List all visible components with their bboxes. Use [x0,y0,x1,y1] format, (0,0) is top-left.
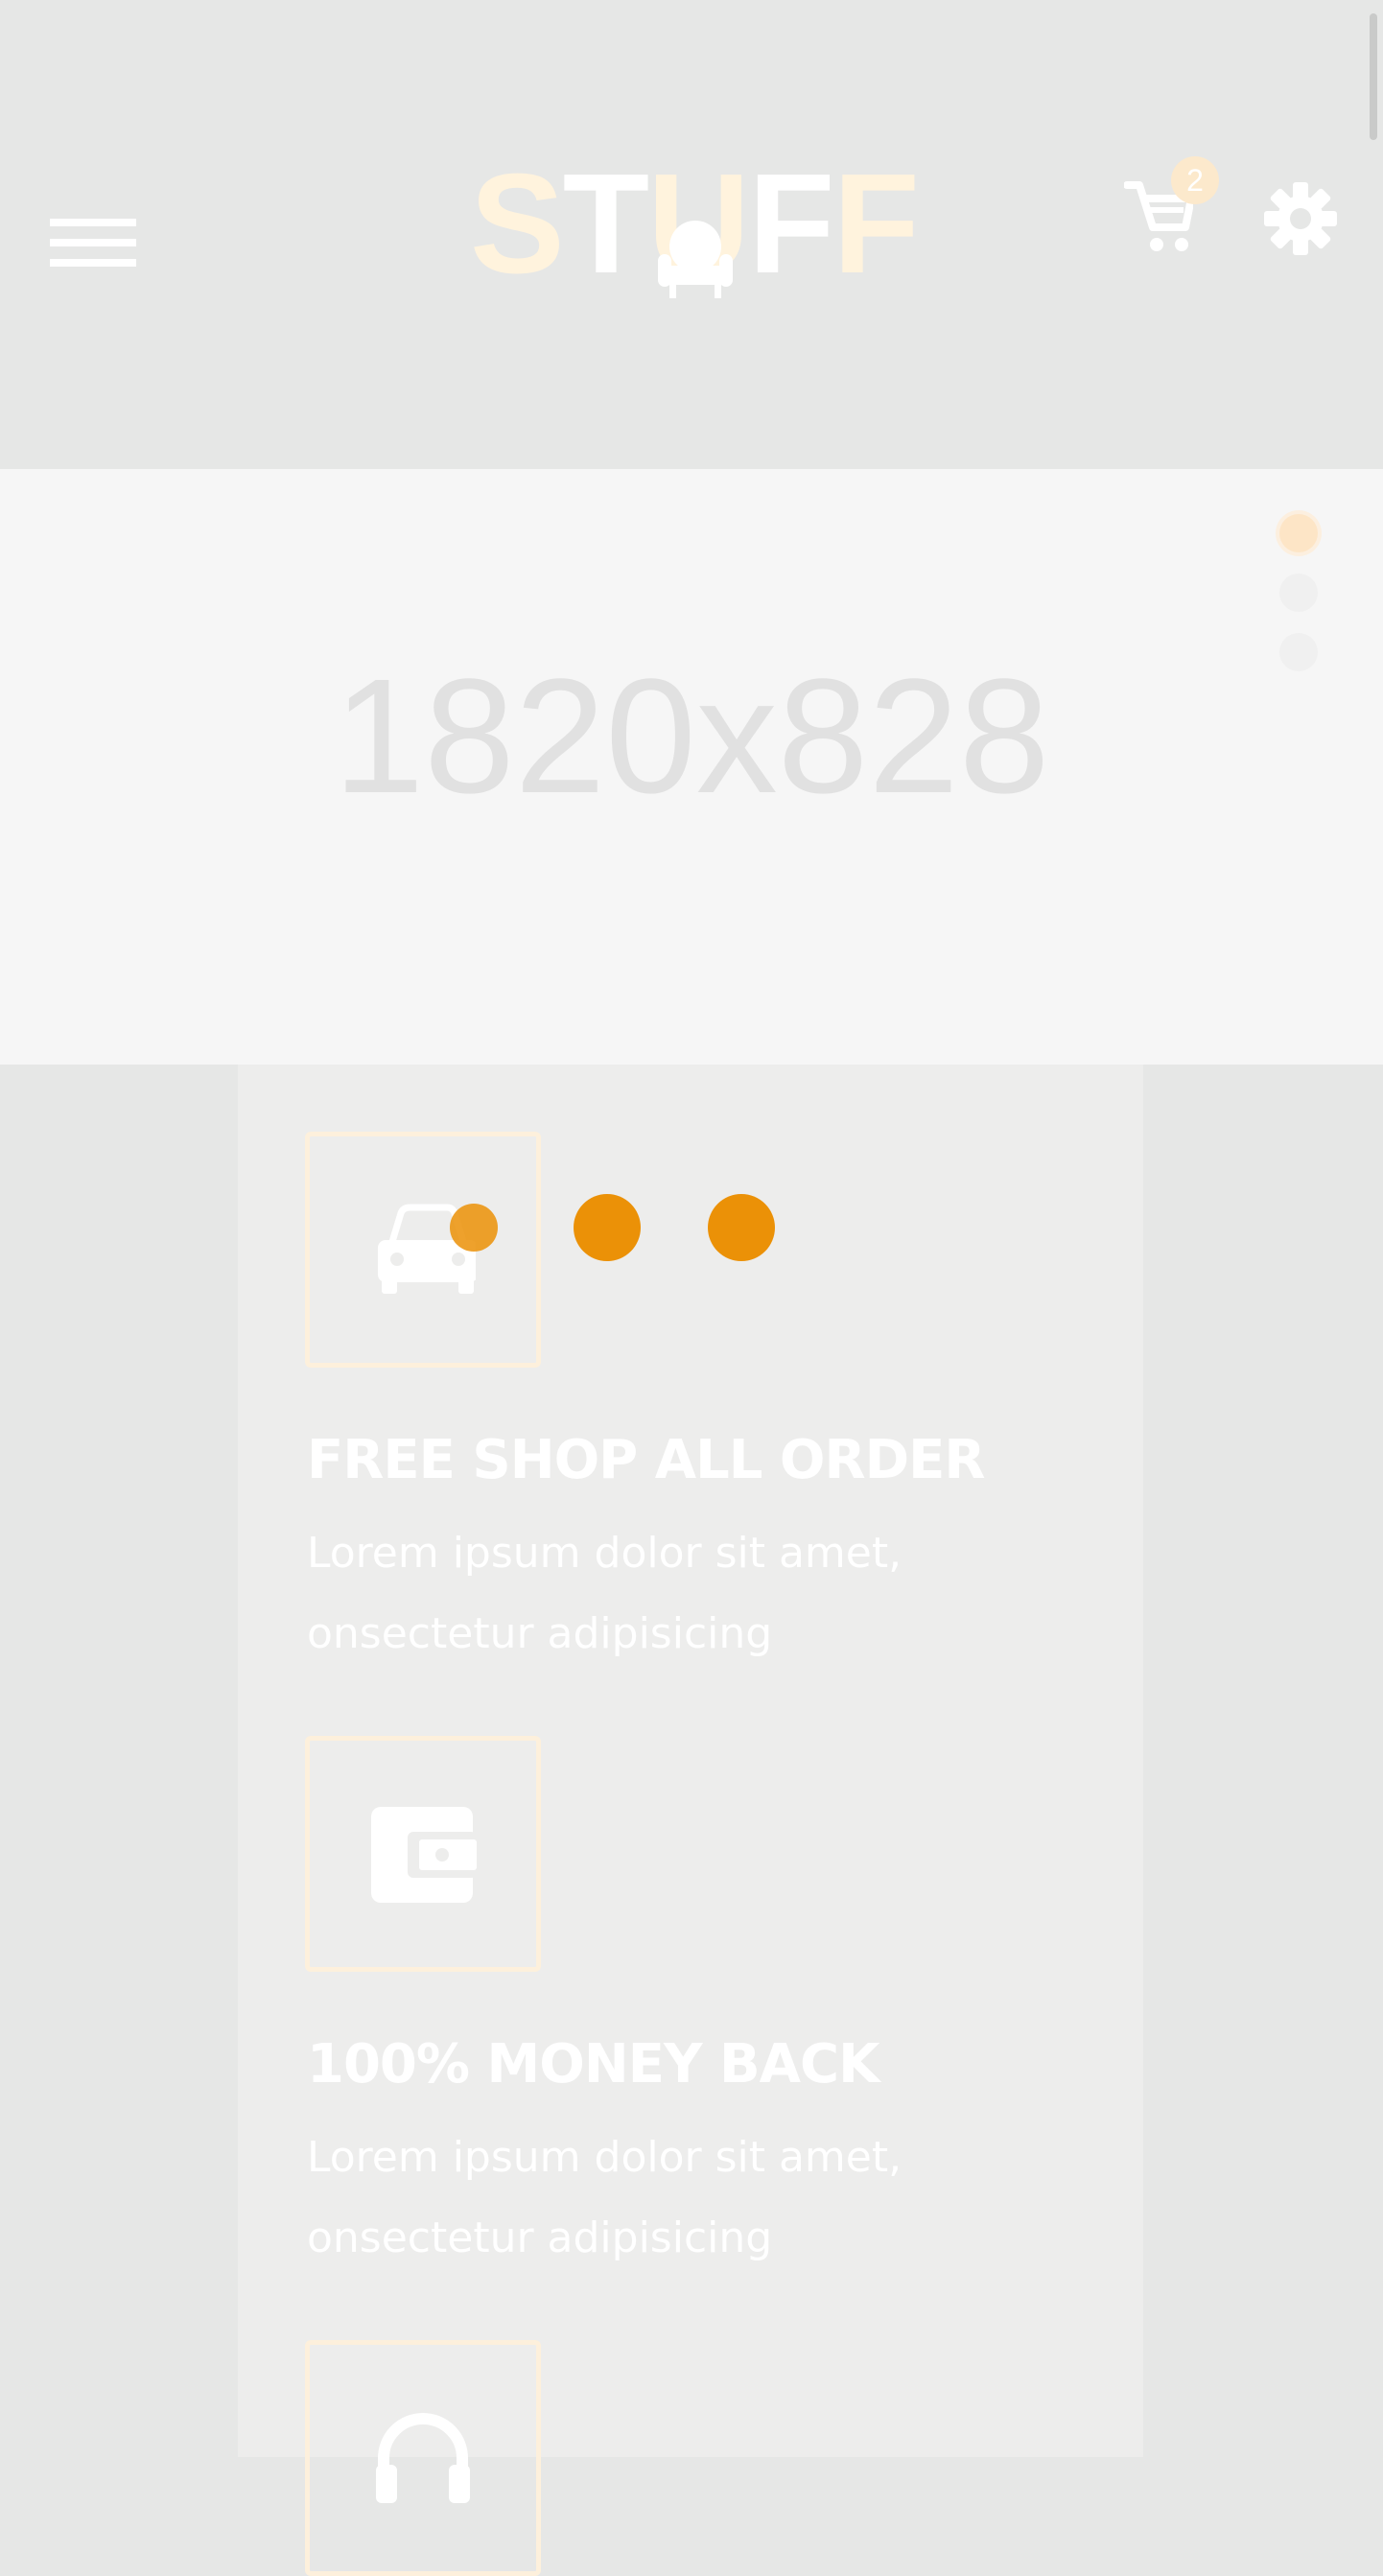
logo[interactable]: STUFF [470,153,921,316]
feature-description-line: Lorem ipsum dolor sit amet, [307,2133,902,2182]
logo-letter: T [562,145,649,303]
feature-icon-box [305,2340,541,2576]
feature-description-line: Lorem ipsum dolor sit amet, [307,1529,902,1578]
feature-description-line: onsectetur adipisicing [307,1609,773,1658]
scrollbar[interactable] [1370,13,1377,140]
header: STUFF 2 [0,0,1383,469]
loading-dot [574,1194,641,1261]
feature-description: Lorem ipsum dolor sit amet, onsectetur a… [307,1513,997,1674]
slider-dot-1[interactable] [1279,514,1318,552]
menu-icon-bar [50,219,136,226]
feature-icon-box [305,1736,541,1972]
cart-count-badge: 2 [1171,156,1219,204]
wallet-icon [371,1807,477,1903]
menu-button[interactable] [50,219,136,276]
logo-letter: F [832,145,919,303]
feature-description-line: onsectetur adipisicing [307,2213,773,2262]
feature-description: Lorem ipsum dolor sit amet, onsectetur a… [307,2118,997,2279]
loading-dot [450,1204,498,1252]
slider-dot-2[interactable] [1279,574,1318,612]
features-section: FREE SHOP ALL ORDER Lorem ipsum dolor si… [238,1065,1143,2576]
menu-icon-bar [50,239,136,246]
gear-icon[interactable] [1264,182,1337,255]
slider-dot-3[interactable] [1279,633,1318,671]
armchair-icon [658,221,733,298]
feature-title: 100% MONEY BACK [307,2033,880,2096]
loading-dot [708,1194,775,1261]
logo-letter: S [470,145,565,303]
logo-letter: F [748,145,834,303]
feature-icon-box [305,1132,541,1368]
feature-title: FREE SHOP ALL ORDER [307,1429,986,1491]
support-icon [376,2413,470,2503]
slide-placeholder-text: 1820x828 [333,645,1050,828]
hero-slider[interactable]: 1820x828 [0,469,1383,1065]
menu-icon-bar [50,259,136,267]
